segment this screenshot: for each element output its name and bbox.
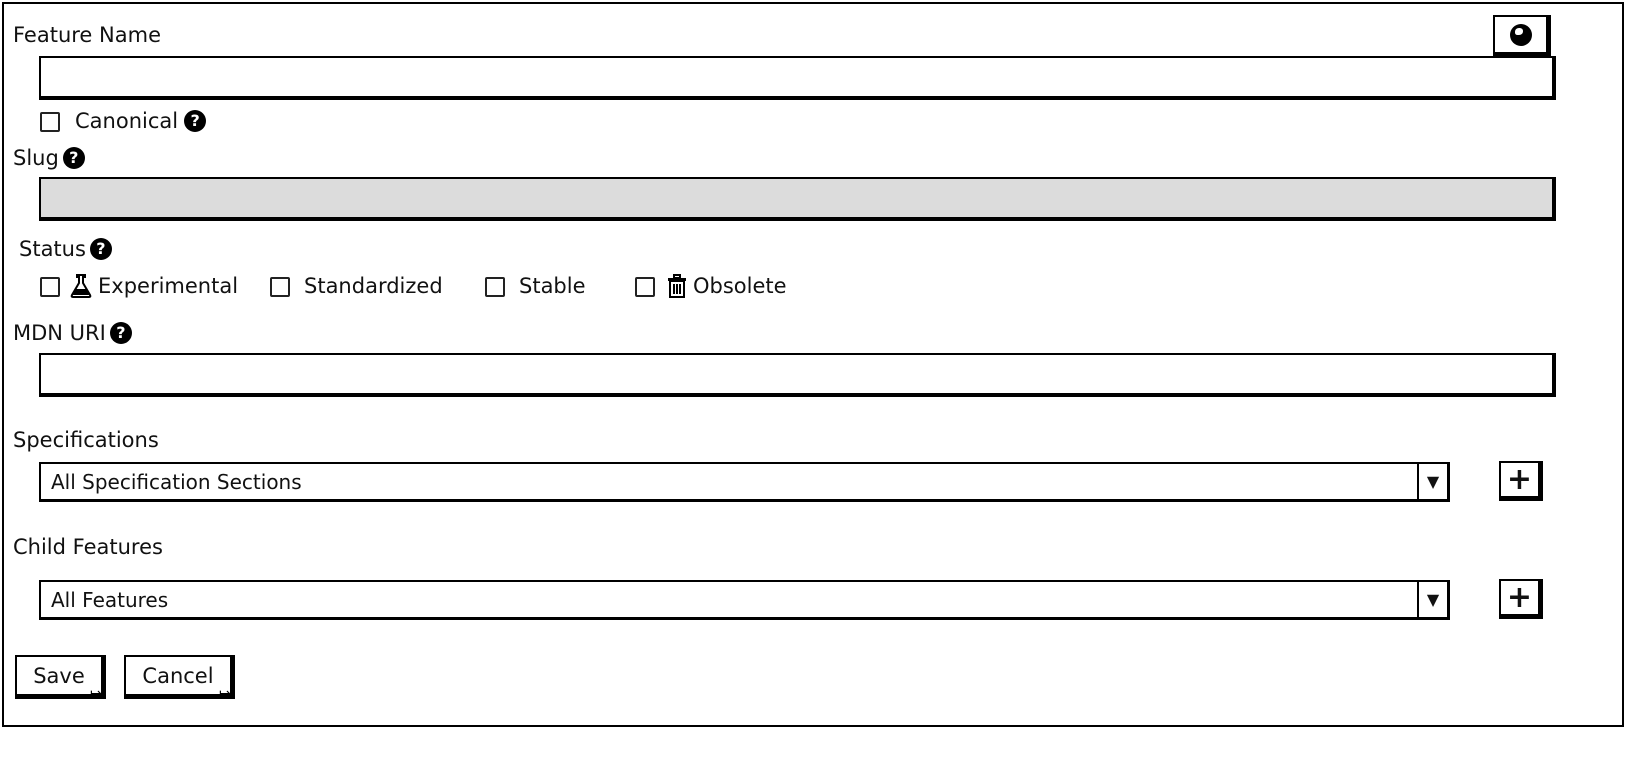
status-obsolete-checkbox[interactable]	[635, 277, 655, 297]
status-label: Status ?	[19, 237, 112, 261]
slug-label: Slug ?	[13, 146, 85, 170]
feature-name-input[interactable]	[39, 56, 1556, 100]
status-standardized-label: Standardized	[304, 274, 443, 298]
chevron-down-icon[interactable]: ▼	[1417, 582, 1447, 617]
trash-icon	[668, 274, 686, 298]
add-child-feature-button[interactable]: +	[1499, 579, 1543, 619]
canonical-help-icon[interactable]: ?	[184, 110, 207, 132]
status-stable-label: Stable	[519, 274, 586, 298]
external-link-icon: ↦	[219, 686, 231, 702]
specifications-selected-value: All Specification Sections	[51, 469, 302, 494]
add-specification-button[interactable]: +	[1499, 461, 1543, 501]
save-button-label: Save	[33, 663, 85, 688]
mdn-uri-label: MDN URI ?	[13, 321, 132, 345]
specifications-select[interactable]: All Specification Sections ▼	[39, 462, 1450, 502]
mdn-uri-help-icon[interactable]: ?	[109, 322, 132, 344]
child-features-label: Child Features	[13, 535, 163, 559]
canonical-checkbox[interactable]	[40, 112, 60, 132]
status-experimental-label: Experimental	[70, 274, 238, 298]
child-features-select[interactable]: All Features ▼	[39, 580, 1450, 620]
status-standardized-checkbox[interactable]	[270, 277, 290, 297]
child-features-selected-value: All Features	[51, 587, 169, 612]
feature-name-label: Feature Name	[13, 23, 161, 47]
slug-help-icon[interactable]: ?	[62, 147, 85, 169]
chevron-down-icon[interactable]: ▼	[1417, 464, 1447, 499]
status-obsolete-label: Obsolete	[667, 274, 787, 298]
external-link-icon: ↦	[90, 686, 102, 702]
language-button[interactable]	[1493, 15, 1551, 57]
cancel-button-label: Cancel	[142, 663, 214, 688]
specifications-label: Specifications	[13, 428, 159, 452]
canonical-label: Canonical ?	[75, 109, 207, 133]
plus-icon: +	[1506, 579, 1533, 615]
mdn-uri-input[interactable]	[39, 353, 1556, 397]
flask-icon	[70, 274, 92, 298]
slug-input	[39, 177, 1556, 221]
plus-icon: +	[1506, 461, 1533, 497]
status-help-icon[interactable]: ?	[89, 238, 112, 260]
status-experimental-checkbox[interactable]	[40, 277, 60, 297]
status-stable-checkbox[interactable]	[485, 277, 505, 297]
globe-icon	[1509, 23, 1532, 46]
